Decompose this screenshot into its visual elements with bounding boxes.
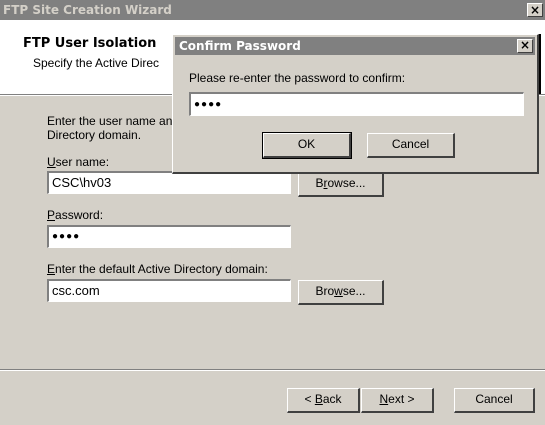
username-field[interactable]: CSC\hv03 — [47, 171, 291, 194]
dialog-close-icon[interactable]: × — [517, 39, 533, 53]
back-button[interactable]: < Back — [287, 388, 360, 413]
username-label-text: ser name: — [55, 155, 110, 169]
wizard-title: FTP Site Creation Wizard — [3, 3, 172, 17]
confirm-password-field[interactable]: ●●●● — [189, 92, 524, 116]
page-subtitle: Specify the Active Direc — [33, 56, 160, 70]
page-title: FTP User Isolation — [23, 36, 157, 51]
dialog-prompt: Please re-enter the password to confirm: — [189, 71, 406, 85]
instructions-line-1: Enter the user name an — [47, 114, 173, 128]
password-field[interactable]: ●●●● — [47, 225, 291, 248]
next-button[interactable]: Next > — [361, 388, 434, 413]
dialog-title: Confirm Password — [179, 39, 301, 53]
domain-label: Enter the default Active Directory domai… — [47, 262, 268, 276]
domain-label-accesskey: E — [47, 262, 56, 276]
wizard-titlebar: FTP Site Creation Wizard × — [0, 0, 545, 20]
close-icon[interactable]: × — [527, 3, 543, 17]
username-label: User name: — [47, 155, 109, 169]
browse-domain-button[interactable]: Browse... — [298, 280, 384, 305]
username-label-accesskey: U — [47, 155, 56, 169]
password-label-text: assword: — [55, 208, 104, 222]
browse-user-button[interactable]: Browse... — [298, 172, 384, 197]
cancel-button[interactable]: Cancel — [454, 388, 535, 413]
confirm-password-dialog: Confirm Password × Please re-enter the p… — [172, 34, 539, 174]
dialog-cancel-button[interactable]: Cancel — [367, 133, 455, 158]
domain-label-text: nter the default Active Directory domain… — [55, 262, 268, 276]
instructions-line-2: Directory domain. — [47, 128, 142, 142]
domain-field[interactable]: csc.com — [47, 279, 291, 302]
footer-divider — [0, 369, 545, 371]
password-label-accesskey: P — [47, 208, 56, 222]
ok-button[interactable]: OK — [262, 132, 352, 159]
password-label: Password: — [47, 208, 103, 222]
dialog-titlebar: Confirm Password × — [175, 37, 535, 55]
header-graphic-fragment — [539, 34, 545, 94]
